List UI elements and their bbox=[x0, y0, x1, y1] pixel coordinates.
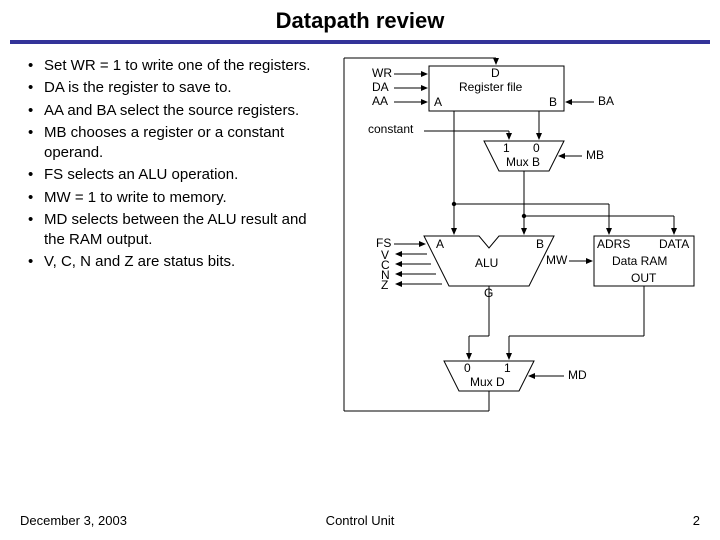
bullet-item: Set WR = 1 to write one of the registers… bbox=[24, 56, 314, 76]
label-muxb: Mux B bbox=[506, 155, 540, 169]
label-d: D bbox=[491, 66, 500, 80]
label-a-alu: A bbox=[436, 237, 444, 251]
label-muxd-zero: 0 bbox=[464, 361, 471, 375]
bullet-item: DA is the register to save to. bbox=[24, 78, 314, 98]
footer-date: December 3, 2003 bbox=[20, 513, 127, 528]
bullet-item: MW = 1 to write to memory. bbox=[24, 188, 314, 208]
label-adrs: ADRS bbox=[597, 237, 630, 251]
bullet-item: V, C, N and Z are status bits. bbox=[24, 252, 314, 272]
label-mw: MW bbox=[546, 253, 567, 267]
bullet-list: Set WR = 1 to write one of the registers… bbox=[24, 56, 314, 436]
label-aa: AA bbox=[372, 94, 388, 108]
label-wr: WR bbox=[372, 66, 392, 80]
label-b-top: B bbox=[549, 95, 557, 109]
label-mb: MB bbox=[586, 148, 604, 162]
label-muxd-one: 1 bbox=[504, 361, 511, 375]
label-dataram: Data RAM bbox=[612, 254, 667, 268]
diagram-svg bbox=[314, 56, 714, 446]
label-a-top: A bbox=[434, 95, 442, 109]
footer: December 3, 2003 Control Unit 2 bbox=[0, 513, 720, 528]
content-area: Set WR = 1 to write one of the registers… bbox=[0, 48, 720, 436]
footer-center: Control Unit bbox=[326, 513, 395, 528]
label-out: OUT bbox=[631, 271, 656, 285]
datapath-diagram: WR DA AA BA D Register file A B constant… bbox=[314, 56, 704, 436]
label-da: DA bbox=[372, 80, 389, 94]
footer-page: 2 bbox=[693, 513, 700, 528]
label-z: Z bbox=[381, 278, 388, 292]
label-mux-zero: 0 bbox=[533, 141, 540, 155]
bullet-item: FS selects an ALU operation. bbox=[24, 165, 314, 185]
label-g: G bbox=[484, 286, 493, 300]
label-constant: constant bbox=[368, 122, 413, 136]
slide-title: Datapath review bbox=[0, 0, 720, 40]
label-b-alu: B bbox=[536, 237, 544, 251]
label-mux-one: 1 bbox=[503, 141, 510, 155]
label-muxd: Mux D bbox=[470, 375, 505, 389]
label-regfile: Register file bbox=[459, 80, 522, 94]
bullet-item: MB chooses a register or a constant oper… bbox=[24, 123, 314, 164]
label-alu: ALU bbox=[475, 256, 498, 270]
title-underline bbox=[10, 40, 710, 44]
label-md: MD bbox=[568, 368, 587, 382]
bullet-item: MD selects between the ALU result and th… bbox=[24, 210, 314, 251]
label-ba: BA bbox=[598, 94, 614, 108]
label-data: DATA bbox=[659, 237, 689, 251]
bullet-item: AA and BA select the source registers. bbox=[24, 101, 314, 121]
